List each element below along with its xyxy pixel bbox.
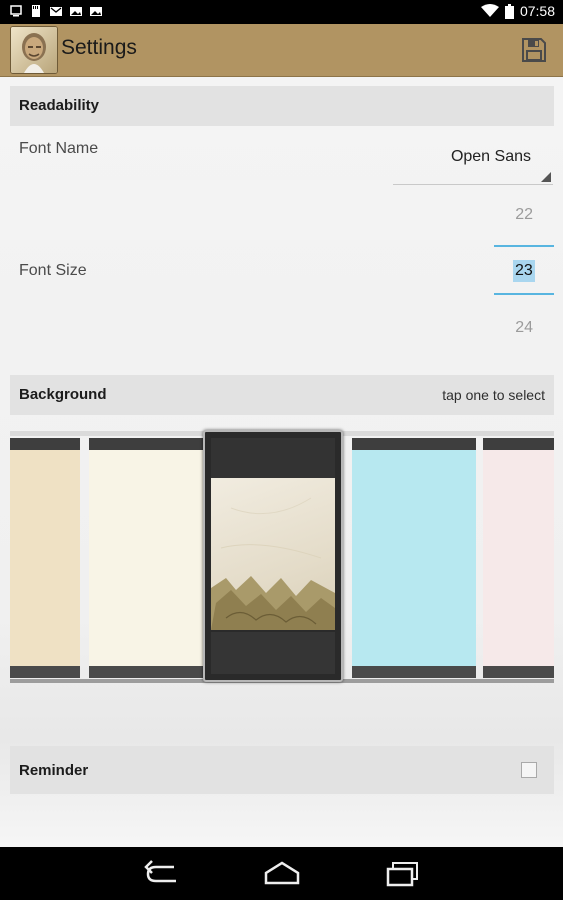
font-size-selected[interactable]: 23 xyxy=(513,260,535,282)
background-tile-beige[interactable] xyxy=(10,438,80,678)
tile-paper xyxy=(483,450,554,666)
background-tile-pink[interactable] xyxy=(483,438,554,678)
font-size-prev[interactable]: 22 xyxy=(473,206,533,224)
font-name-label: Font Name xyxy=(19,140,99,157)
navigation-bar xyxy=(0,847,563,900)
system-icons: 07:58 xyxy=(480,3,555,19)
photo-icon xyxy=(70,7,82,16)
reminder-row[interactable]: Reminder xyxy=(10,746,554,794)
settings-content: Readability Font Name Open Sans 22 Font … xyxy=(0,77,563,847)
tile-top-bar xyxy=(10,438,80,450)
reminder-checkbox[interactable] xyxy=(521,762,537,778)
tile-top-bar xyxy=(352,438,476,450)
home-icon[interactable] xyxy=(262,859,302,889)
photo-icon xyxy=(90,7,102,16)
tile-bottom-bar xyxy=(10,666,80,678)
recent-apps-icon[interactable] xyxy=(383,859,423,889)
portrait-avatar-icon[interactable] xyxy=(10,26,58,74)
background-tile-leaves-selected[interactable] xyxy=(203,430,343,682)
tile-top-bar xyxy=(211,438,335,478)
tile-top-bar xyxy=(89,438,211,450)
notification-icons xyxy=(10,5,102,17)
gmail-icon xyxy=(50,7,62,16)
background-header: Background tap one to select xyxy=(10,375,554,415)
tile-bottom-bar xyxy=(89,666,211,678)
tile-paper xyxy=(89,450,211,666)
tile-bottom-bar xyxy=(483,666,554,678)
clock: 07:58 xyxy=(519,3,555,19)
notification-icon xyxy=(10,5,22,17)
spinner-underline xyxy=(393,184,553,185)
action-bar: Settings xyxy=(0,24,563,77)
leaves-paper-image xyxy=(211,478,335,630)
number-picker-divider-top xyxy=(494,245,554,247)
tile-top-bar xyxy=(483,438,554,450)
status-bar: 07:58 xyxy=(0,0,563,24)
font-name-value: Open Sans xyxy=(450,148,531,165)
background-title: Background xyxy=(19,386,107,403)
font-name-spinner[interactable]: Open Sans xyxy=(393,137,553,185)
readability-header: Readability xyxy=(10,86,554,126)
background-tile-cream[interactable] xyxy=(89,438,211,678)
background-tile-cyan[interactable] xyxy=(352,438,476,678)
background-hint: tap one to select xyxy=(442,387,545,403)
back-icon[interactable] xyxy=(142,859,182,889)
tile-paper xyxy=(10,450,80,666)
save-floppy-icon[interactable] xyxy=(521,37,547,63)
font-size-next[interactable]: 24 xyxy=(473,319,533,337)
battery-icon xyxy=(504,3,514,19)
font-size-label: Font Size xyxy=(19,262,87,279)
wifi-icon xyxy=(480,4,499,17)
readability-title: Readability xyxy=(19,97,100,114)
reminder-title: Reminder xyxy=(19,762,89,779)
number-picker-divider-bottom xyxy=(494,293,554,295)
tile-bottom-bar xyxy=(352,666,476,678)
tile-bottom-bar xyxy=(211,632,335,674)
page-title: Settings xyxy=(61,36,137,59)
sd-card-icon xyxy=(32,5,40,17)
tile-paper xyxy=(352,450,476,666)
dropdown-corner-icon xyxy=(541,172,551,182)
